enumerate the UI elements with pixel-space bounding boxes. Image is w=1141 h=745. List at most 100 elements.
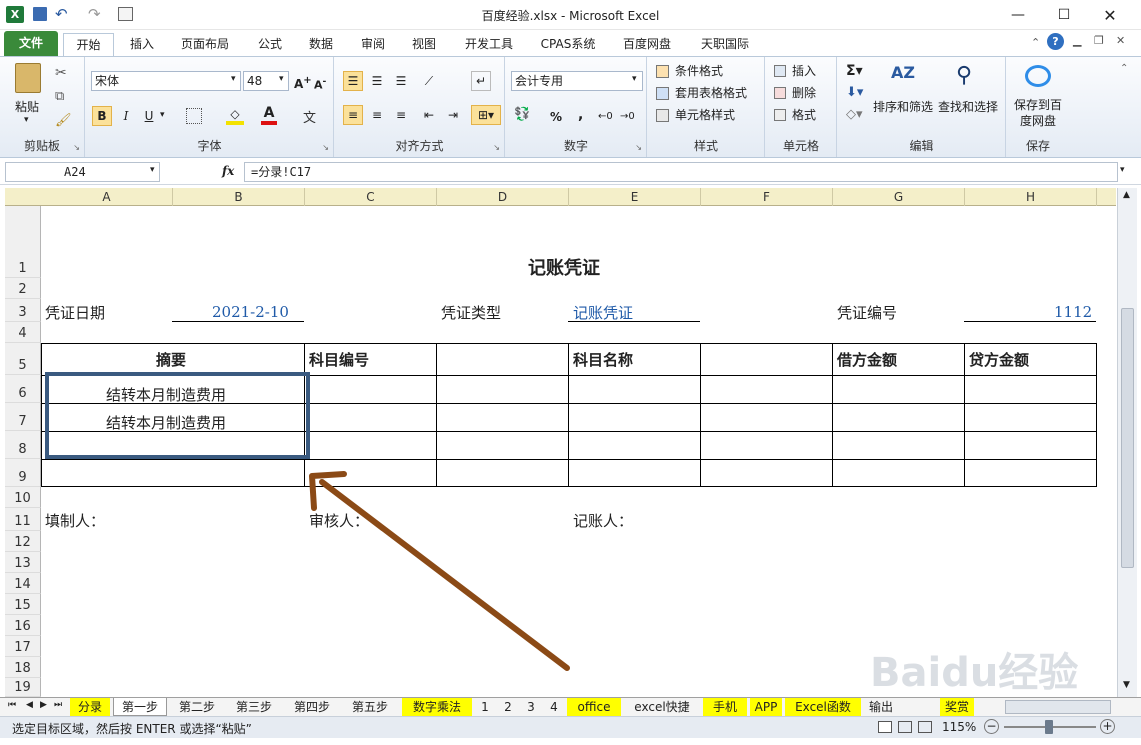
ribbon-chevron-icon[interactable]: ⌃	[1120, 63, 1128, 74]
font-name-select[interactable]: 宋体	[91, 71, 241, 91]
sheet-tab[interactable]: 第二步	[170, 698, 224, 716]
table-format-button[interactable]: 套用表格格式	[675, 85, 747, 101]
sheet-tab[interactable]: 第五步	[343, 698, 397, 716]
copy-icon[interactable]: ⧉	[55, 89, 64, 104]
tab-cpas[interactable]: CPAS系统	[536, 33, 600, 56]
border-icon[interactable]	[186, 108, 202, 124]
sheet-tab[interactable]: 分录	[70, 698, 110, 716]
date-value[interactable]: 2021-2-10	[212, 303, 289, 321]
column-header[interactable]: G	[833, 188, 965, 206]
window-close-icon[interactable]: ✕	[1116, 34, 1125, 47]
vertical-scrollbar[interactable]: ▲ ▼	[1117, 188, 1137, 697]
column-header[interactable]: B	[173, 188, 305, 206]
row-header[interactable]: 8	[5, 431, 41, 459]
zoom-in-icon[interactable]: +	[1100, 719, 1115, 734]
paste-button[interactable]: 粘贴	[15, 99, 39, 115]
tab-insert[interactable]: 插入	[124, 33, 160, 56]
row-header[interactable]: 6	[5, 375, 41, 403]
row-header[interactable]: 3	[5, 299, 41, 322]
last-sheet-icon[interactable]: ⏭	[54, 700, 62, 710]
sheet-tab[interactable]: 第三步	[227, 698, 281, 716]
tab-developer[interactable]: 开发工具	[457, 33, 521, 56]
row-header[interactable]: 15	[5, 594, 41, 615]
tab-tianzhi[interactable]: 天职国际	[693, 33, 757, 56]
number-format-select[interactable]: 会计专用	[511, 71, 643, 91]
sheet-tab[interactable]: 数字乘法	[402, 698, 472, 716]
tab-view[interactable]: 视图	[406, 33, 442, 56]
tab-baidu-netdisk[interactable]: 百度网盘	[615, 33, 679, 56]
fill-icon[interactable]: ⬇▾	[846, 85, 863, 101]
sort-filter-button[interactable]: 排序和筛选	[873, 99, 933, 115]
tab-page-layout[interactable]: 页面布局	[174, 33, 236, 56]
wrap-text-icon[interactable]: ↵	[471, 71, 491, 91]
column-header[interactable]: E	[569, 188, 701, 206]
dialog-launcher-icon[interactable]: ↘	[635, 143, 642, 152]
row-header[interactable]: 10	[5, 487, 41, 508]
page-break-view-icon[interactable]	[918, 721, 932, 733]
bold-button[interactable]: B	[92, 106, 112, 126]
tab-file[interactable]: 文件	[4, 31, 58, 56]
cut-icon[interactable]: ✂	[55, 65, 67, 81]
tab-formulas[interactable]: 公式	[252, 33, 288, 56]
conditional-format-button[interactable]: 条件格式	[675, 63, 723, 79]
minimize-button[interactable]: —	[995, 0, 1041, 30]
underline-button[interactable]: U	[139, 106, 159, 126]
sheet-tab[interactable]: 2	[498, 698, 518, 716]
comma-button[interactable]: ,	[578, 107, 583, 123]
cell-style-button[interactable]: 单元格样式	[675, 107, 735, 123]
align-left-icon[interactable]: ≡	[343, 105, 363, 125]
row-header[interactable]: 4	[5, 322, 41, 343]
window-minimize-icon[interactable]: ▁	[1073, 34, 1081, 47]
row-header[interactable]: 18	[5, 657, 41, 678]
sheet-tab[interactable]: APP	[750, 698, 782, 716]
column-header[interactable]: D	[437, 188, 569, 206]
insert-cells-button[interactable]: 插入	[792, 63, 816, 79]
sheet-tab[interactable]: 3	[521, 698, 541, 716]
row-header[interactable]: 1	[5, 206, 41, 278]
sheet-tab[interactable]: 第四步	[285, 698, 339, 716]
row-header[interactable]: 11	[5, 508, 41, 531]
scroll-up-icon[interactable]: ▲	[1123, 190, 1130, 200]
decrease-indent-icon[interactable]: ⇤	[419, 105, 439, 125]
page-layout-view-icon[interactable]	[898, 721, 912, 733]
fill-color-icon[interactable]: ◇	[226, 107, 244, 125]
row-header[interactable]: 12	[5, 531, 41, 552]
first-sheet-icon[interactable]: ⏮	[8, 700, 16, 710]
tab-home[interactable]: 开始	[63, 33, 114, 56]
column-header[interactable]: A	[41, 188, 173, 206]
expand-formula-icon[interactable]: ▾	[1120, 165, 1125, 175]
shrink-font-icon[interactable]: A-	[314, 74, 326, 94]
align-right-icon[interactable]: ≡	[391, 105, 411, 125]
sheet-tab[interactable]: excel快捷	[624, 698, 700, 716]
number-format-dropdown-icon[interactable]: ▾	[632, 74, 637, 84]
align-bottom-icon[interactable]: ☰	[391, 71, 411, 91]
underline-dropdown-icon[interactable]: ▾	[160, 110, 165, 120]
delete-cells-button[interactable]: 删除	[792, 85, 816, 101]
autosum-icon[interactable]: Σ▾	[846, 63, 863, 79]
scroll-thumb[interactable]	[1121, 308, 1134, 568]
ribbon-minimize-icon[interactable]: ⌃	[1031, 36, 1040, 49]
name-box-dropdown-icon[interactable]: ▾	[150, 165, 155, 175]
sheet-tab[interactable]: 1	[475, 698, 495, 716]
phonetic-icon[interactable]: 文	[303, 107, 316, 126]
row-header[interactable]: 16	[5, 615, 41, 636]
row-header[interactable]: 5	[5, 343, 41, 375]
row-header[interactable]: 2	[5, 278, 41, 299]
sheet-tab[interactable]: 4	[544, 698, 564, 716]
font-color-icon[interactable]: A	[261, 105, 277, 125]
name-box[interactable]: A24	[5, 162, 160, 182]
column-header[interactable]: F	[701, 188, 833, 206]
maximize-button[interactable]: ☐	[1041, 0, 1087, 30]
tab-review[interactable]: 审阅	[355, 33, 391, 56]
row-header[interactable]: 17	[5, 636, 41, 657]
type-value[interactable]: 记账凭证	[573, 302, 633, 323]
paste-icon[interactable]	[15, 63, 41, 93]
dialog-launcher-icon[interactable]: ↘	[73, 143, 80, 152]
find-select-button[interactable]: 查找和选择	[938, 99, 998, 115]
formula-input[interactable]: =分录!C17	[244, 162, 1118, 182]
fx-button[interactable]: fx	[222, 164, 234, 178]
increase-indent-icon[interactable]: ⇥	[443, 105, 463, 125]
row-header[interactable]: 9	[5, 459, 41, 487]
zoom-out-icon[interactable]: −	[984, 719, 999, 734]
row-header[interactable]: 19	[5, 678, 41, 697]
